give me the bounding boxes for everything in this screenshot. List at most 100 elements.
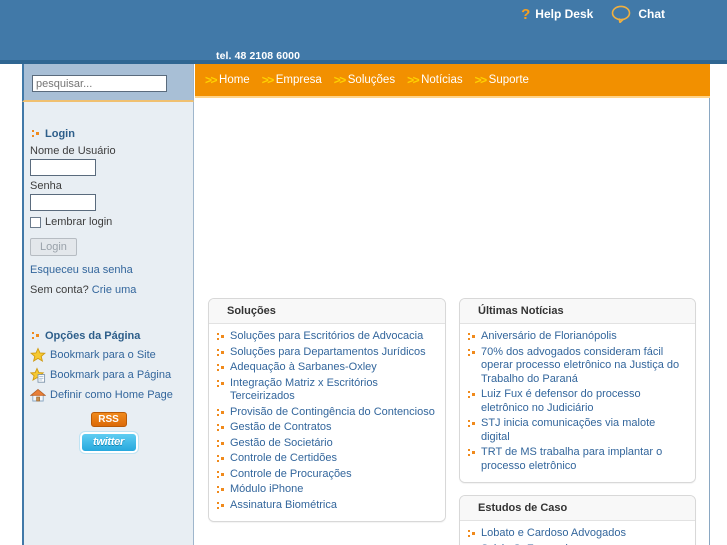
bullet-icon: [217, 408, 225, 418]
chevron-right-icon: >>: [261, 73, 275, 87]
remember-login-checkbox[interactable]: [30, 216, 41, 228]
nav-item-solucoes[interactable]: >> Soluções: [334, 73, 395, 87]
nav-item-noticias[interactable]: >> Notícias: [407, 73, 463, 87]
list-item[interactable]: Soluções para Departamentos Jurídicos: [217, 345, 437, 361]
solucoes-link-1[interactable]: Soluções para Departamentos Jurídicos: [230, 346, 426, 360]
bullet-icon: [468, 420, 476, 429]
list-item[interactable]: Controle de Certidões: [217, 451, 437, 467]
username-input[interactable]: [30, 159, 96, 176]
solucoes-link-8[interactable]: Controle de Procurações: [230, 468, 352, 482]
bullet-icon: [217, 470, 225, 480]
chevron-right-icon: >>: [205, 73, 218, 87]
solucoes-link-7[interactable]: Controle de Certidões: [230, 452, 337, 466]
panel-grid: Soluções Soluções para Escritórios de Ad…: [195, 298, 710, 545]
panel-column-left: Soluções Soluções para Escritórios de Ad…: [208, 298, 446, 545]
solucoes-link-3[interactable]: Integração Matriz x Escritórios Terceiri…: [230, 377, 437, 404]
nav-item-empresa[interactable]: >> Empresa: [262, 73, 322, 87]
nav-label-solucoes: Soluções: [347, 74, 396, 86]
nav-label-noticias: Notícias: [421, 74, 463, 86]
bullet-icon: [217, 439, 225, 449]
home-icon: [29, 387, 47, 403]
left-sidebar: Login Nome de Usuário Senha Lembrar logi…: [22, 64, 194, 545]
bullet-icon: [217, 455, 225, 464]
help-desk-link[interactable]: ? Help Desk: [521, 7, 593, 22]
chevron-right-icon: >>: [333, 73, 347, 87]
header-utility-links: ? Help Desk Chat: [521, 5, 665, 23]
login-submit-button[interactable]: Login: [30, 238, 77, 256]
solucoes-link-0[interactable]: Soluções para Escritórios de Advocacia: [230, 330, 423, 344]
bullet-icon: [468, 391, 476, 400]
no-account-text: Sem conta? Crie uma: [30, 284, 193, 296]
list-item[interactable]: Assinatura Biométrica: [217, 498, 437, 514]
list-item[interactable]: Luiz Fux é defensor do processo eletrôni…: [468, 387, 687, 416]
password-input[interactable]: [30, 194, 96, 211]
list-item[interactable]: Módulo iPhone: [217, 482, 437, 498]
solucoes-list: Soluções para Escritórios de Advocacia S…: [217, 329, 437, 513]
nav-label-empresa: Empresa: [275, 74, 322, 86]
list-item[interactable]: Gestão de Contratos: [217, 420, 437, 436]
chat-link[interactable]: Chat: [611, 5, 665, 23]
list-item[interactable]: Gestão de Societário: [217, 436, 437, 452]
twitter-button[interactable]: twitter: [78, 431, 139, 454]
no-account-prefix: Sem conta?: [30, 284, 92, 296]
list-item[interactable]: TRT de MS trabalha para implantar o proc…: [468, 445, 687, 474]
list-item[interactable]: 70% dos advogados consideram fácil opera…: [468, 345, 687, 388]
noticias-link-0[interactable]: Aniversário de Florianópolis: [481, 330, 617, 344]
bullet-icon: [468, 530, 476, 539]
list-item[interactable]: Sylvio S. Fernandes: [468, 542, 687, 545]
list-item[interactable]: Aniversário de Florianópolis: [468, 329, 687, 345]
bullet-icon: [468, 333, 476, 342]
nav-item-home[interactable]: >> Home: [205, 73, 250, 87]
noticias-panel-title: Últimas Notícias: [460, 299, 695, 324]
page-root: ? Help Desk Chat tel. 48 2108 6000 Login…: [0, 0, 727, 545]
solucoes-link-5[interactable]: Gestão de Contratos: [230, 421, 332, 435]
chevron-right-icon: >>: [474, 73, 488, 87]
list-item[interactable]: Adequação à Sarbanes-Oxley: [217, 360, 437, 376]
bookmark-site-option[interactable]: Bookmark para o Site: [30, 347, 193, 363]
solucoes-link-2[interactable]: Adequação à Sarbanes-Oxley: [230, 361, 377, 375]
list-item[interactable]: STJ inicia comunicações via malote digit…: [468, 416, 687, 445]
username-label: Nome de Usuário: [30, 145, 116, 157]
list-item[interactable]: Lobato e Cardoso Advogados: [468, 526, 687, 542]
solucoes-link-9[interactable]: Módulo iPhone: [230, 483, 303, 497]
bookmark-page-label: Bookmark para a Página: [50, 369, 172, 381]
primary-navigation: >> Home >> Empresa >> Soluções >> Notíci…: [195, 64, 710, 98]
list-item[interactable]: Controle de Procurações: [217, 467, 437, 483]
noticias-link-4[interactable]: TRT de MS trabalha para implantar o proc…: [481, 446, 687, 473]
solucoes-link-10[interactable]: Assinatura Biométrica: [230, 499, 337, 513]
set-home-page-option[interactable]: Definir como Home Page: [29, 387, 193, 403]
chat-label: Chat: [638, 7, 665, 21]
speech-bubble-icon: [611, 5, 633, 23]
login-section-heading: Login: [32, 128, 193, 140]
list-item[interactable]: Soluções para Escritórios de Advocacia: [217, 329, 437, 345]
solucoes-link-4[interactable]: Provisão de Contingência do Contencioso: [230, 406, 435, 420]
panel-column-right: Últimas Notícias Aniversário de Florianó…: [459, 298, 696, 545]
help-desk-label: Help Desk: [535, 7, 594, 21]
solucoes-link-6[interactable]: Gestão de Societário: [230, 437, 333, 451]
bookmark-site-label: Bookmark para o Site: [50, 349, 156, 361]
noticias-link-2[interactable]: Luiz Fux é defensor do processo eletrôni…: [481, 388, 687, 415]
bullet-icon: [468, 348, 476, 358]
question-mark-icon: ?: [521, 5, 531, 23]
solucoes-panel-title: Soluções: [209, 299, 445, 324]
password-label: Senha: [30, 180, 62, 192]
search-input[interactable]: [32, 75, 167, 92]
estudos-link-0[interactable]: Lobato e Cardoso Advogados: [481, 527, 626, 541]
solucoes-panel: Soluções Soluções para Escritórios de Ad…: [208, 298, 446, 522]
nav-label-home: Home: [219, 74, 250, 86]
rss-button[interactable]: RSS: [90, 412, 127, 427]
create-account-link[interactable]: Crie uma: [92, 284, 137, 296]
bookmark-page-option[interactable]: Bookmark para a Página: [29, 367, 193, 383]
remember-login-row[interactable]: Lembrar login: [30, 216, 193, 228]
list-item[interactable]: Provisão de Contingência do Contencioso: [217, 405, 437, 421]
forgot-password-link[interactable]: Esqueceu sua senha: [30, 264, 193, 276]
bullet-icon: [217, 486, 225, 495]
bullet-icon: [217, 348, 225, 358]
noticias-link-1[interactable]: 70% dos advogados consideram fácil opera…: [481, 346, 687, 387]
nav-item-suporte[interactable]: >> Suporte: [475, 73, 529, 87]
estudos-list: Lobato e Cardoso Advogados Sylvio S. Fer…: [468, 526, 687, 545]
list-item[interactable]: Integração Matriz x Escritórios Terceiri…: [217, 376, 437, 405]
bullet-icon: [217, 379, 225, 389]
estudos-panel-title: Estudos de Caso: [460, 496, 695, 521]
noticias-link-3[interactable]: STJ inicia comunicações via malote digit…: [481, 417, 687, 444]
